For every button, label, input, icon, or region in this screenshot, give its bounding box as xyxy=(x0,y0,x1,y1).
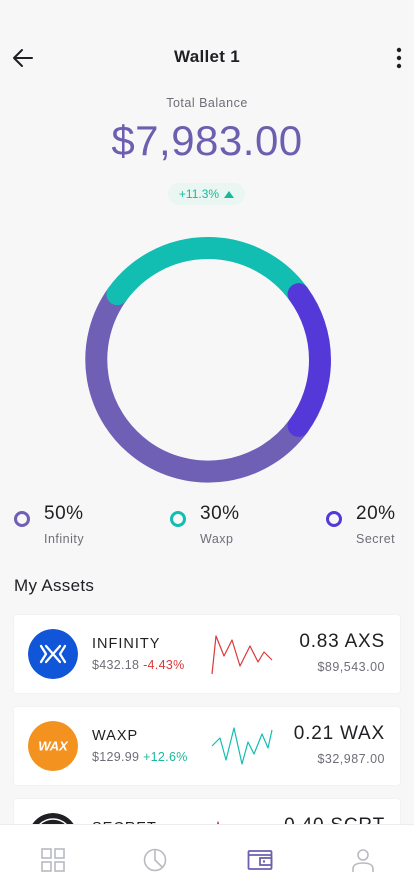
nav-portfolio-button[interactable] xyxy=(140,845,170,875)
asset-price-line: $129.99 +12.6% xyxy=(92,750,188,764)
asset-price-line: $432.18 -4.43% xyxy=(92,658,184,672)
infinity-sparkline-chart xyxy=(211,635,273,675)
infinity-logo-icon xyxy=(28,629,78,679)
more-options-button[interactable] xyxy=(392,44,406,72)
legend-infinity-ring-icon xyxy=(14,511,30,527)
asset-value: $32,987.00 xyxy=(317,752,385,766)
page-title: Wallet 1 xyxy=(173,47,240,66)
asset-price: $432.18 xyxy=(92,658,140,672)
allocation-donut-chart xyxy=(85,237,331,483)
legend-waxp-name: Waxp xyxy=(200,532,234,546)
donut-segment-infinity xyxy=(85,283,310,483)
asset-name: WAXP xyxy=(92,728,139,744)
asset-name: INFINITY xyxy=(92,636,161,652)
legend-secret-name: Secret xyxy=(356,532,396,546)
legend-item-waxp: 30% Waxp xyxy=(170,503,270,547)
profile-icon xyxy=(352,849,374,872)
legend-item-infinity: 50% Infinity xyxy=(14,503,114,547)
waxp-sparkline-chart xyxy=(211,727,273,765)
donut-segment-secret xyxy=(287,283,331,437)
asset-change: +12.6% xyxy=(143,750,188,764)
legend-waxp-percent: 30% xyxy=(200,503,240,524)
more-vertical-icon xyxy=(396,47,402,69)
legend-infinity-percent: 50% xyxy=(44,503,84,524)
total-balance-label: Total Balance xyxy=(166,96,248,110)
legend-item-secret: 20% Secret xyxy=(326,503,406,547)
nav-dashboard-button[interactable] xyxy=(38,845,68,875)
asset-amount: 0.83 AXS xyxy=(299,631,385,652)
nav-profile-button[interactable] xyxy=(348,845,378,875)
legend-infinity-name: Infinity xyxy=(44,532,85,546)
legend-waxp-ring-icon xyxy=(170,511,186,527)
asset-change: -4.43% xyxy=(143,658,185,672)
trend-up-icon xyxy=(224,190,235,198)
legend-secret-percent: 20% xyxy=(356,503,396,524)
total-balance-value: $7,983.00 xyxy=(111,117,303,164)
my-assets-title: My Assets xyxy=(14,576,95,595)
asset-value: $89,543.00 xyxy=(317,660,385,674)
bottom-nav xyxy=(0,824,414,896)
legend-secret-ring-icon xyxy=(326,511,342,527)
donut-segment-waxp xyxy=(106,237,310,306)
balance-change-text: +11.3% xyxy=(178,187,220,201)
pie-chart-icon xyxy=(143,848,167,872)
wallet-icon xyxy=(247,850,273,870)
asset-price: $129.99 xyxy=(92,750,140,764)
wax-logo-icon: WAX xyxy=(28,721,78,771)
grid-icon xyxy=(41,848,65,872)
nav-wallet-button[interactable] xyxy=(245,845,275,875)
asset-amount: 0.21 WAX xyxy=(293,723,385,744)
asset-card-infinity[interactable]: INFINITY $432.18 -4.43% 0.83 AXS $89,543… xyxy=(14,615,400,693)
wax-logo-text: WAX xyxy=(38,739,69,754)
asset-card-waxp[interactable]: WAX WAXP $129.99 +12.6% 0.21 WAX $32,987… xyxy=(14,707,400,785)
balance-change-badge: +11.3% xyxy=(168,183,245,205)
